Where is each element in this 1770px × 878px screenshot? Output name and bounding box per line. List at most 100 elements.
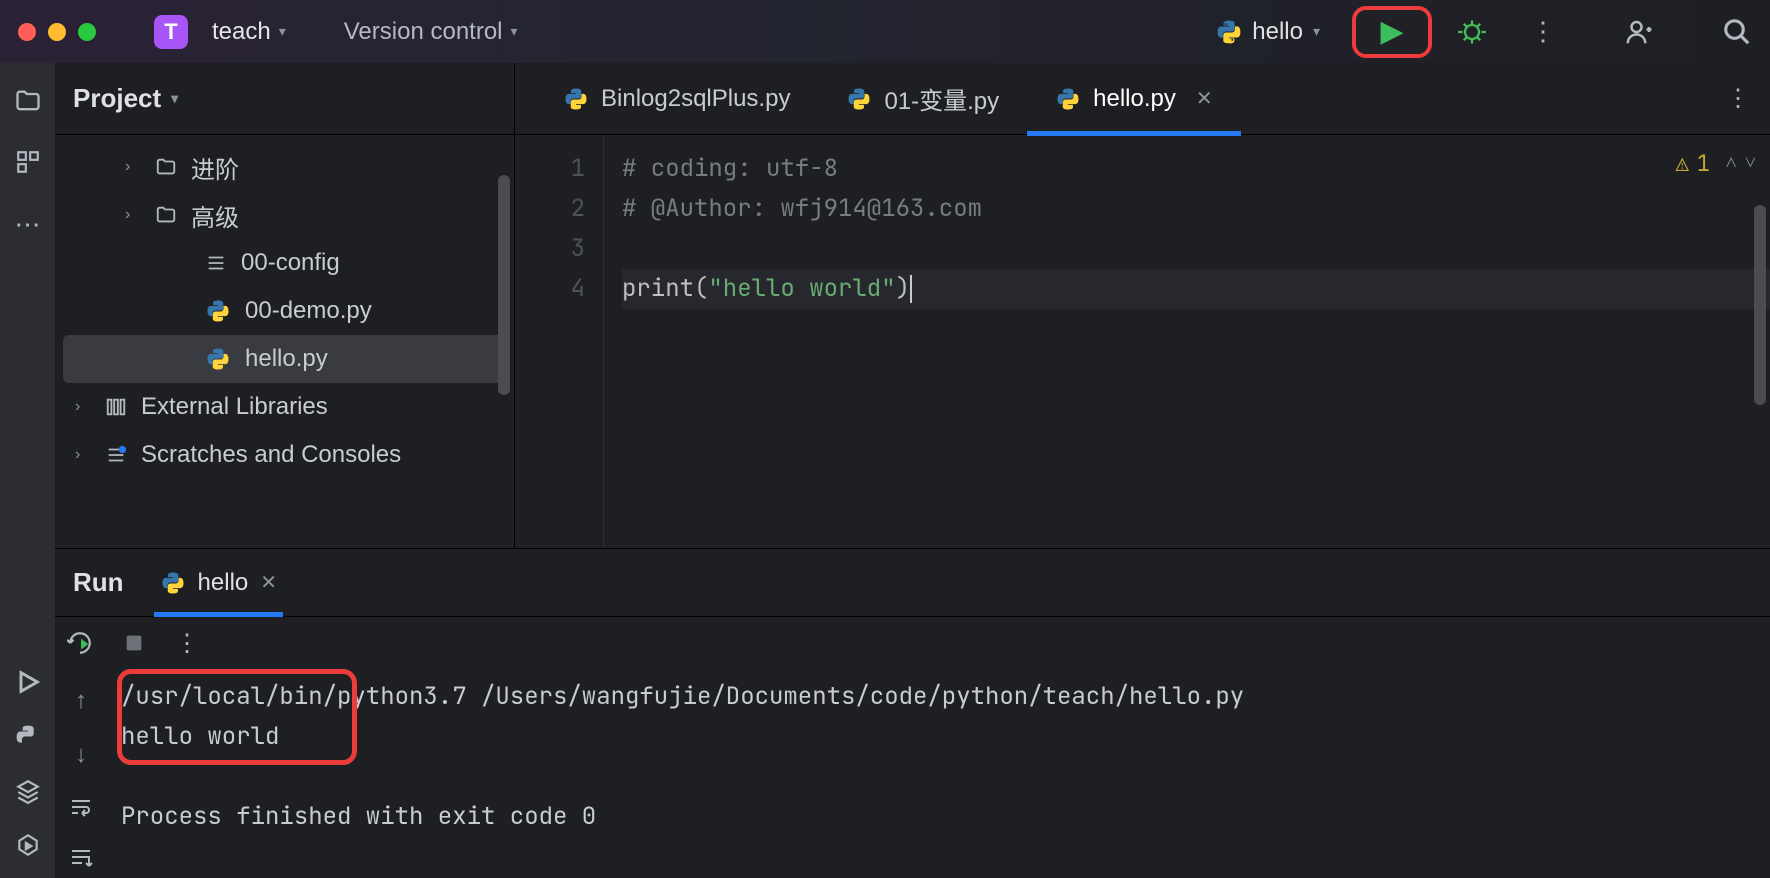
editor-nav: ˄ ˅ [1725,149,1756,175]
close-window-icon[interactable] [18,23,36,41]
chevron-down-icon: ▾ [1313,23,1320,40]
left-toolbar: ⋯ [0,63,55,878]
project-panel-title: Project [73,83,161,114]
soft-wrap-icon[interactable] [69,795,93,819]
tree-item[interactable]: › External Libraries [55,383,514,431]
version-control-dropdown[interactable]: Version control ▾ [344,18,518,46]
code-editor[interactable]: 1234 # coding: utf-8# @Author: wfj914@16… [515,135,1770,548]
run-header: Run hello ✕ [55,549,1770,617]
console-output[interactable]: /usr/local/bin/python3.7 /Users/wangfuji… [107,669,1770,878]
editor-tab[interactable]: hello.py ✕ [1027,63,1241,135]
project-tree: › 进阶 › 高级00-config 00-demo.py hello.py › Extern… [55,135,514,548]
project-name-label: teach [212,18,271,46]
console-line [121,757,1770,797]
down-arrow-icon[interactable]: ↓ [75,741,87,769]
chevron-right-icon: › [125,206,141,224]
tree-item-label: 进阶 [191,150,239,185]
minimize-window-icon[interactable] [48,23,66,41]
search-icon[interactable] [1722,17,1752,47]
chevron-right-icon: › [75,446,91,464]
up-arrow-icon[interactable]: ↑ [75,687,87,715]
run-configuration-dropdown[interactable]: hello ▾ [1216,18,1320,46]
tree-item[interactable]: › Scratches and Consoles [55,431,514,479]
run-side-tools: ↑ ↓ [55,669,107,878]
gutter: 1234 [515,135,603,548]
run-tab-label: hello [198,569,249,597]
scrollbar[interactable] [498,175,510,395]
chevron-down-icon: ▾ [171,90,178,107]
tab-label: hello.py [1093,85,1176,113]
python-icon [563,86,589,112]
run-toolbar: ⋮ [55,617,1770,669]
scroll-end-icon[interactable] [69,845,93,869]
project-badge[interactable]: T [154,15,188,49]
chevron-right-icon: › [75,398,91,416]
folder-icon [155,204,177,226]
editor-tab[interactable]: Binlog2sqlPlus.py [535,63,818,135]
python-icon [846,86,872,112]
tree-item-label: hello.py [245,345,328,373]
tree-item[interactable]: 00-demo.py [55,287,514,335]
tree-item-label: Scratches and Consoles [141,441,401,469]
warnings-indicator[interactable]: ⚠ 1 [1676,149,1710,178]
warning-icon: ⚠ [1676,149,1689,178]
chevron-down-icon: ▾ [511,23,518,40]
close-icon[interactable]: ✕ [260,570,277,595]
tree-item-label: 00-config [241,249,340,277]
python-icon [205,346,231,372]
console-line: Process finished with exit code 0 [121,797,1770,837]
rerun-icon[interactable] [67,630,93,656]
titlebar: T teach ▾ Version control ▾ hello ▾ ▶ ⋮ [0,0,1770,63]
tabs-more-icon[interactable]: ⋮ [1726,84,1750,113]
add-user-icon[interactable] [1624,17,1654,47]
tree-item-label: 高级 [191,198,239,233]
folder-icon[interactable] [14,87,42,115]
code-content[interactable]: # coding: utf-8# @Author: wfj914@163.com… [603,135,1770,548]
chevron-down-icon: ▾ [279,23,286,40]
services-icon[interactable] [15,832,41,858]
chevron-right-icon: › [125,158,141,176]
python-icon [205,298,231,324]
stack-icon[interactable] [15,778,41,804]
play-icon: ▶ [1380,14,1403,49]
prev-icon[interactable]: ˄ [1725,149,1736,175]
scrollbar[interactable] [1754,205,1766,405]
python-console-icon[interactable] [15,724,41,750]
tab-label: 01-变量.py [884,81,999,116]
tree-item[interactable]: › 高级 [55,191,514,239]
tab-label: Binlog2sqlPlus.py [601,85,790,113]
debug-icon[interactable] [1458,18,1486,46]
editor-tabs: Binlog2sqlPlus.py 01-变量.py hello.py ✕ ⋮ [515,63,1770,135]
run-title: Run [73,567,124,598]
run-toolwindow-icon[interactable] [14,668,42,696]
config-icon [205,252,227,274]
more-icon[interactable]: ⋮ [175,629,199,658]
close-icon[interactable]: ✕ [1196,86,1213,111]
project-name-dropdown[interactable]: teach ▾ [212,18,286,46]
folder-icon [155,156,177,178]
scratch-icon [105,444,127,466]
project-panel-header[interactable]: Project ▾ [55,63,514,135]
project-panel: Project ▾ › 进阶 › 高级00-config 00-demo.py hello… [55,63,515,548]
editor-tab[interactable]: 01-变量.py [818,63,1027,135]
more-horizontal-icon[interactable]: ⋯ [15,209,41,240]
window-controls [18,23,96,41]
python-icon [1216,19,1242,45]
editor-area: Binlog2sqlPlus.py 01-变量.py hello.py ✕ ⋮ 1234… [515,63,1770,548]
tree-item[interactable]: › 进阶 [55,143,514,191]
console-line: /usr/local/bin/python3.7 /Users/wangfuji… [121,677,1770,717]
structure-icon[interactable] [15,149,41,175]
tree-item[interactable]: hello.py [63,335,506,383]
tree-item[interactable]: 00-config [55,239,514,287]
next-icon[interactable]: ˅ [1745,149,1756,175]
run-config-label: hello [1252,18,1303,46]
console-line: hello world [121,717,1770,757]
more-icon[interactable]: ⋮ [1530,16,1556,47]
run-button[interactable]: ▶ [1352,6,1432,58]
run-toolwindow: Run hello ✕ [55,548,1770,878]
run-tab[interactable]: hello ✕ [160,549,277,617]
maximize-window-icon[interactable] [78,23,96,41]
stop-icon[interactable] [123,632,145,654]
library-icon [105,396,127,418]
tree-item-label: External Libraries [141,393,328,421]
